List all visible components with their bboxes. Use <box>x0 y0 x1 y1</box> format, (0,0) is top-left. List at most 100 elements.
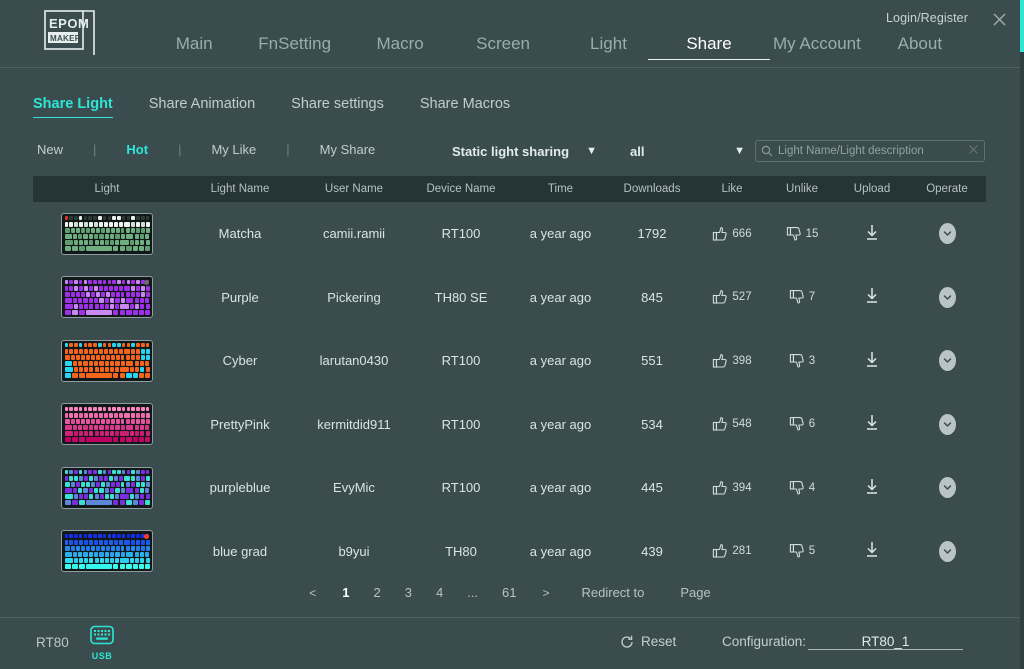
like-count: 666 <box>732 228 751 240</box>
like-button[interactable]: 548 <box>712 416 751 432</box>
operate-menu-button[interactable] <box>939 414 956 435</box>
nav-item-macro[interactable]: Macro <box>351 34 449 62</box>
operate-menu-button[interactable] <box>939 350 956 371</box>
download-icon[interactable] <box>864 351 880 371</box>
reset-button[interactable]: Reset <box>620 634 676 649</box>
keyboard-key <box>99 298 103 303</box>
filter-bar: New|Hot|My Like|My Share Static light sh… <box>0 142 1024 168</box>
keyboard-thumbnail[interactable] <box>61 403 153 445</box>
keyboard-key <box>146 419 150 424</box>
keyboard-key <box>131 349 135 354</box>
keyboard-key <box>72 373 78 378</box>
subnav-item-share-macros[interactable]: Share Macros <box>420 96 510 117</box>
nav-item-screen[interactable]: Screen <box>449 34 557 62</box>
table-row[interactable]: PurplePickeringTH80 SEa year ago8455277 <box>33 266 986 330</box>
cell-light-name: Cyber <box>181 353 299 368</box>
page-scrollbar[interactable] <box>1020 0 1024 669</box>
keyboard-key <box>74 558 78 563</box>
device-filter-dropdown[interactable]: all ▼ <box>630 144 745 159</box>
subnav-item-share-animation[interactable]: Share Animation <box>149 96 255 117</box>
nav-item-main[interactable]: Main <box>150 34 238 62</box>
subnav-item-share-settings[interactable]: Share settings <box>291 96 384 117</box>
keyboard-key <box>104 349 108 354</box>
operate-menu-button[interactable] <box>939 477 956 498</box>
pagination-prev[interactable]: < <box>295 586 330 600</box>
operate-menu-button[interactable] <box>939 541 956 562</box>
keyboard-thumbnail[interactable] <box>61 276 153 318</box>
keyboard-key <box>141 228 145 233</box>
keyboard-key <box>86 246 111 251</box>
keyboard-key <box>146 216 150 220</box>
keyboard-key <box>119 349 123 354</box>
unlike-button[interactable]: 5 <box>789 543 815 559</box>
table-row[interactable]: Matchacamii.ramiiRT100a year ago17926661… <box>33 202 986 266</box>
search-box[interactable] <box>755 140 985 162</box>
download-icon[interactable] <box>864 224 880 244</box>
table-row[interactable]: PrettyPinkkermitdid911RT100a year ago534… <box>33 393 986 457</box>
operate-menu-button[interactable] <box>939 287 956 308</box>
subnav-item-share-light[interactable]: Share Light <box>33 96 113 117</box>
pagination-page-61[interactable]: 61 <box>490 585 528 600</box>
login-register-link[interactable]: Login/Register <box>886 11 968 25</box>
keyboard-thumbnail[interactable] <box>61 340 153 382</box>
nav-item-my-account[interactable]: My Account <box>758 34 876 62</box>
download-icon[interactable] <box>864 287 880 307</box>
like-button[interactable]: 666 <box>712 226 751 242</box>
keyboard-row <box>65 540 150 545</box>
filter-tab-my-like[interactable]: My Like <box>207 142 260 157</box>
keyboard-thumbnail[interactable] <box>61 213 153 255</box>
column-header-light-name: Light Name <box>181 183 299 195</box>
keyboard-key <box>74 476 78 481</box>
nav-item-share[interactable]: Share <box>660 34 758 62</box>
sharing-type-dropdown[interactable]: Static light sharing ▼ <box>452 144 597 159</box>
download-icon[interactable] <box>864 478 880 498</box>
pagination-page-3[interactable]: 3 <box>393 585 424 600</box>
unlike-button[interactable]: 3 <box>789 353 815 369</box>
keyboard-key <box>99 552 103 557</box>
search-input[interactable] <box>773 145 965 157</box>
pagination-page-2[interactable]: 2 <box>361 585 392 600</box>
filter-tab-new[interactable]: New <box>33 142 67 157</box>
table-row[interactable]: purpleblueEvyMicRT100a year ago4453944 <box>33 456 986 520</box>
configuration-value[interactable]: RT80_1 <box>808 634 963 650</box>
keyboard-thumbnail[interactable] <box>61 530 153 572</box>
pagination-page-1[interactable]: 1 <box>330 585 361 600</box>
clear-search-icon[interactable] <box>965 142 979 160</box>
scrollbar-thumb[interactable] <box>1020 0 1024 52</box>
table-row[interactable]: blue gradb9yuiTH80a year ago4392815 <box>33 520 986 584</box>
keyboard-key <box>89 413 93 418</box>
unlike-button[interactable]: 4 <box>789 480 815 496</box>
like-button[interactable]: 394 <box>712 480 751 496</box>
close-icon[interactable] <box>984 6 1014 32</box>
table-row[interactable]: Cyberlarutan0430RT100a year ago5513983 <box>33 329 986 393</box>
keyboard-key <box>65 540 69 545</box>
operate-menu-button[interactable] <box>939 223 956 244</box>
unlike-button[interactable]: 6 <box>789 416 815 432</box>
usb-connection-indicator[interactable]: USB <box>90 625 114 661</box>
cell-light-preview <box>33 467 181 509</box>
download-icon[interactable] <box>864 541 880 561</box>
keyboard-key <box>146 292 150 297</box>
pagination-page-...[interactable]: ... <box>455 585 490 600</box>
keyboard-key <box>120 558 129 563</box>
nav-item-about[interactable]: About <box>876 34 964 62</box>
keyboard-key <box>141 546 145 551</box>
filter-tab-my-share[interactable]: My Share <box>316 142 380 157</box>
nav-item-fnsetting[interactable]: FnSetting <box>238 34 351 62</box>
like-button[interactable]: 281 <box>712 543 751 559</box>
unlike-button[interactable]: 15 <box>786 226 819 242</box>
nav-item-light[interactable]: Light <box>557 34 660 62</box>
keyboard-key <box>141 286 145 291</box>
filter-tab-hot[interactable]: Hot <box>122 142 152 157</box>
unlike-button[interactable]: 7 <box>789 289 815 305</box>
download-icon[interactable] <box>864 414 880 434</box>
keyboard-key <box>79 558 83 563</box>
like-button[interactable]: 398 <box>712 353 751 369</box>
like-button[interactable]: 527 <box>712 289 751 305</box>
pagination-page-4[interactable]: 4 <box>424 585 455 600</box>
keyboard-key <box>139 564 144 569</box>
keyboard-key <box>124 540 130 545</box>
pagination-next[interactable]: > <box>529 586 564 600</box>
keyboard-key <box>100 304 104 309</box>
keyboard-thumbnail[interactable] <box>61 467 153 509</box>
